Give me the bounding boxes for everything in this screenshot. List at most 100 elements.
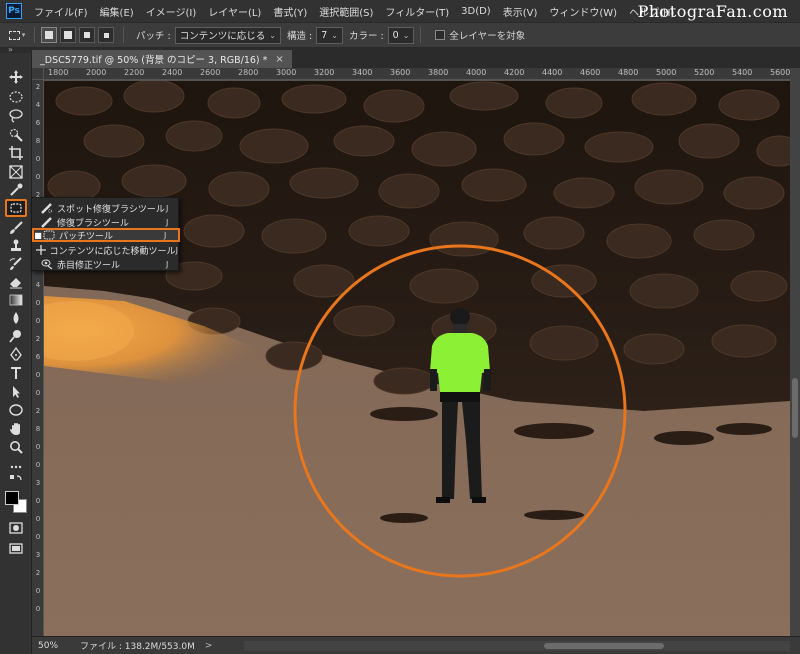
- document-size-info: ファイル : 138.2M/553.0M: [80, 642, 195, 652]
- vertical-scrollbar[interactable]: [790, 68, 800, 636]
- color-label: カラー :: [348, 31, 384, 42]
- patch-tool[interactable]: [5, 199, 27, 217]
- blur-icon: [13, 312, 19, 324]
- menu-edit[interactable]: 編集(E): [94, 4, 140, 19]
- marquee-tool[interactable]: [5, 88, 27, 106]
- ruler-tick-label: 5000: [656, 68, 677, 77]
- vertical-scrollbar-thumb[interactable]: [792, 378, 798, 438]
- ellipse-shape-tool[interactable]: [5, 401, 27, 419]
- separator: [123, 27, 124, 43]
- eyedropper-tool[interactable]: [5, 181, 27, 199]
- tool-preset-picker[interactable]: ▾: [6, 26, 28, 44]
- patch-mode-label: パッチ :: [136, 31, 171, 42]
- clone-stamp-tool[interactable]: [5, 237, 27, 255]
- swap-colors-button[interactable]: [5, 474, 27, 488]
- horizontal-scrollbar-thumb[interactable]: [544, 643, 664, 649]
- structure-value: 7: [321, 29, 328, 41]
- new-selection-icon: [45, 31, 53, 39]
- structure-label: 構造 :: [286, 31, 313, 42]
- ellipse-shape-icon: [9, 404, 23, 416]
- ruler-tick-label: 4000: [466, 68, 487, 77]
- structure-select[interactable]: 7 ⌄: [316, 26, 343, 44]
- gradient-tool[interactable]: [5, 291, 27, 309]
- menu-file[interactable]: ファイル(F): [28, 4, 94, 19]
- menu-bar: Ps ファイル(F) 編集(E) イメージ(I) レイヤー(L) 書式(Y) 選…: [0, 0, 800, 22]
- quick-selection-tool[interactable]: [5, 126, 27, 144]
- screen-mode-button[interactable]: [5, 539, 27, 557]
- status-menu-arrow[interactable]: >: [205, 641, 213, 651]
- dodge-tool[interactable]: [5, 327, 27, 345]
- horizontal-scrollbar[interactable]: [244, 641, 790, 651]
- quick-selection-icon: [9, 128, 23, 142]
- screen-mode-icon: [9, 543, 23, 554]
- ruler-tick-label: 5600: [770, 68, 790, 77]
- menu-filter[interactable]: フィルター(T): [379, 4, 455, 19]
- menu-window[interactable]: ウィンドウ(W): [543, 4, 623, 19]
- ruler-tick-label: 8: [35, 425, 41, 433]
- patch-icon: [42, 229, 56, 241]
- color-swatches[interactable]: [5, 491, 29, 515]
- document-canvas[interactable]: [44, 81, 790, 637]
- patch-mode-select[interactable]: コンテンツに応じる ⌄: [174, 26, 281, 44]
- sample-all-layers-label: 全レイヤーを対象: [449, 31, 526, 42]
- zoom-level[interactable]: 50%: [32, 641, 68, 651]
- subtract-selection-button[interactable]: [79, 27, 95, 43]
- flyout-item-spot-healing-brush[interactable]: スポット修復ブラシツール J: [32, 201, 180, 215]
- patch-mode-value: コンテンツに応じる: [179, 31, 266, 42]
- ruler-tick-label: 0: [35, 461, 41, 469]
- foreground-color-swatch[interactable]: [5, 491, 19, 505]
- color-select[interactable]: 0 ⌄: [387, 26, 415, 44]
- shortcut-key: J: [175, 245, 178, 255]
- separator: [34, 27, 35, 43]
- add-selection-button[interactable]: [60, 27, 76, 43]
- flyout-item-patch-tool[interactable]: ■ パッチツール J: [32, 228, 180, 242]
- intersect-selection-button[interactable]: [98, 27, 114, 43]
- eraser-tool[interactable]: [5, 273, 27, 291]
- quick-mask-icon: [9, 522, 23, 534]
- move-tool[interactable]: [5, 68, 27, 86]
- flyout-item-red-eye[interactable]: 赤目修正ツール J: [32, 257, 180, 271]
- ruler-tick-label: 0: [35, 371, 41, 379]
- brush-tool[interactable]: [5, 219, 27, 237]
- zoom-tool[interactable]: [5, 438, 27, 456]
- history-brush-tool[interactable]: [5, 255, 27, 273]
- ruler-tick-label: 4: [35, 281, 41, 289]
- menu-layer[interactable]: レイヤー(L): [202, 4, 267, 19]
- flyout-item-healing-brush[interactable]: 修復ブラシツール J: [32, 215, 180, 229]
- ruler-tick-label: 0: [35, 155, 41, 163]
- menu-view[interactable]: 表示(V): [497, 4, 544, 19]
- hand-tool[interactable]: [5, 420, 27, 438]
- ruler-tick-label: 6: [35, 353, 41, 361]
- flyout-item-content-aware-move[interactable]: コンテンツに応じた移動ツール J: [32, 243, 180, 257]
- type-tool[interactable]: [5, 364, 27, 382]
- menu-select[interactable]: 選択範囲(S): [313, 4, 379, 19]
- quick-mask-button[interactable]: [5, 519, 27, 537]
- eraser-icon: [10, 278, 22, 289]
- crop-tool[interactable]: [5, 144, 27, 162]
- ruler-tick-label: 3: [35, 551, 41, 559]
- frame-tool[interactable]: [5, 163, 27, 181]
- menu-image[interactable]: イメージ(I): [140, 4, 203, 19]
- ruler-tick-label: 0: [35, 497, 41, 505]
- close-icon[interactable]: ×: [275, 54, 283, 65]
- new-selection-button[interactable]: [41, 27, 57, 43]
- ruler-tick-label: 4400: [542, 68, 563, 77]
- path-selection-tool[interactable]: [5, 383, 27, 401]
- ruler-tick-label: 2: [35, 407, 41, 415]
- sample-all-layers-checkbox[interactable]: [435, 30, 446, 40]
- menu-type[interactable]: 書式(Y): [267, 4, 313, 19]
- ruler-tick-label: 6: [35, 119, 41, 127]
- horizontal-ruler[interactable]: 1800 2000 2200 2400 2600 2800 3000 3200 3400 3600…: [44, 68, 790, 80]
- ruler-origin[interactable]: [32, 68, 44, 80]
- ruler-tick-label: 2: [35, 83, 41, 91]
- pen-icon: [10, 347, 22, 361]
- move-icon: [9, 70, 23, 84]
- lasso-tool[interactable]: [5, 107, 27, 125]
- ruler-tick-label: 4: [35, 101, 41, 109]
- blur-tool[interactable]: [5, 309, 27, 327]
- document-tab[interactable]: _DSC5779.tif @ 50% (背景 のコピー 3, RGB/16) *…: [32, 50, 292, 68]
- pen-tool[interactable]: [5, 345, 27, 363]
- vertical-ruler[interactable]: 246800220024002600280030003200: [32, 80, 44, 636]
- menu-3d[interactable]: 3D(D): [455, 6, 497, 17]
- flyout-label: コンテンツに応じた移動ツール: [49, 246, 176, 257]
